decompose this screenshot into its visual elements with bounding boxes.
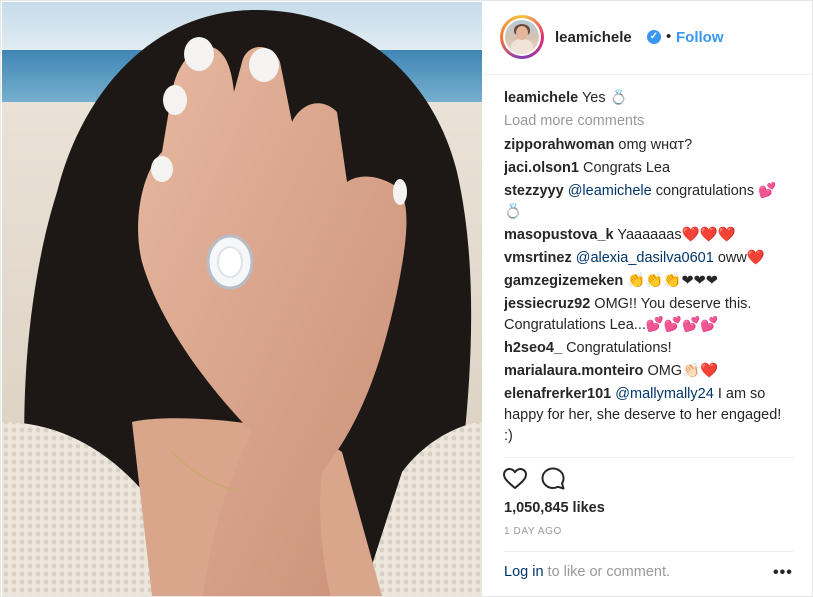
caption-text: Yes 💍 (581, 90, 628, 106)
comment-text: OMG👏🏻❤️ (647, 363, 719, 379)
comment-item: elenafrerker101 @mallymally24 I am so ha… (504, 384, 794, 447)
post-sidebar: leamichele ✓ • Follow leamichele Yes 💍 L… (483, 2, 812, 596)
comments-list[interactable]: leamichele Yes 💍 Load more comments zipp… (504, 88, 794, 458)
comment-text: Yaaaaaas❤️❤️❤️ (617, 227, 736, 243)
comment-username[interactable]: elenafrerker101 (504, 386, 611, 402)
comment-username[interactable]: jessiecruz92 (504, 296, 590, 312)
comment-username[interactable]: masopustova_k (504, 227, 614, 243)
login-link[interactable]: Log in (504, 564, 544, 580)
comment-item: gamzegizemeken 👏👏👏❤❤❤ (504, 271, 794, 292)
post-timestamp[interactable]: 1 DAY AGO (504, 526, 562, 537)
post-photo[interactable] (2, 2, 482, 596)
comment-username[interactable]: h2seo4_ (504, 340, 562, 356)
speech-bubble-icon[interactable] (539, 465, 567, 493)
heart-outline-icon[interactable] (501, 465, 529, 493)
login-prompt: Log in to like or comment. (504, 564, 670, 580)
comment-text: 👏👏👏❤❤❤ (627, 273, 718, 289)
comment-text: Congrats Lea (582, 160, 671, 176)
comment-item: vmsrtinez @alexia_dasilva0601 oww❤️ (504, 248, 794, 269)
caption-username[interactable]: leamichele (504, 90, 578, 106)
comment-text: omg wнαт? (618, 137, 693, 153)
likes-count[interactable]: 1,050,845 likes (504, 500, 605, 516)
username-link[interactable]: leamichele (555, 29, 632, 46)
comment-item: jaci.olson1 Congrats Lea (504, 158, 794, 179)
comment-mention[interactable]: @mallymally24 (615, 386, 714, 402)
verified-badge-icon: ✓ (647, 30, 661, 44)
divider (504, 457, 794, 458)
comment-username[interactable]: jaci.olson1 (504, 160, 579, 176)
comment-text: oww❤️ (717, 250, 765, 266)
comment-mention[interactable]: @leamichele (568, 183, 652, 199)
comment-username[interactable]: marialaura.monteiro (504, 363, 643, 379)
avatar[interactable] (500, 15, 544, 59)
divider (504, 551, 794, 552)
caption: leamichele Yes 💍 (504, 88, 794, 109)
comment-item: jessiecruz92 OMG!! You deserve this. Con… (504, 294, 794, 336)
comment-username[interactable]: zipporahwoman (504, 137, 614, 153)
comment-username[interactable]: vmsrtinez (504, 250, 572, 266)
post-header: leamichele ✓ • Follow (483, 2, 812, 75)
comment-item: h2seo4_ Congratulations! (504, 338, 794, 359)
comment-item: marialaura.monteiro OMG👏🏻❤️ (504, 361, 794, 382)
post-modal: leamichele ✓ • Follow leamichele Yes 💍 L… (0, 0, 813, 597)
load-more-comments-button[interactable]: Load more comments (504, 111, 794, 132)
comment-username[interactable]: stezzyyy (504, 183, 564, 199)
more-options-button[interactable]: ••• (773, 564, 793, 582)
comment-item: stezzyyy @leamichele congratulations 💕 💍 (504, 181, 794, 223)
comment-item: zipporahwoman omg wнαт? (504, 135, 794, 156)
separator-dot: • (666, 28, 672, 45)
comment-text: Congratulations! (566, 340, 672, 356)
follow-button[interactable]: Follow (676, 29, 724, 46)
comment-mention[interactable]: @alexia_dasilva0601 (576, 250, 714, 266)
login-prompt-text: to like or comment. (543, 564, 671, 580)
comment-item: masopustova_k Yaaaaaas❤️❤️❤️ (504, 225, 794, 246)
comment-username[interactable]: gamzegizemeken (504, 273, 623, 289)
